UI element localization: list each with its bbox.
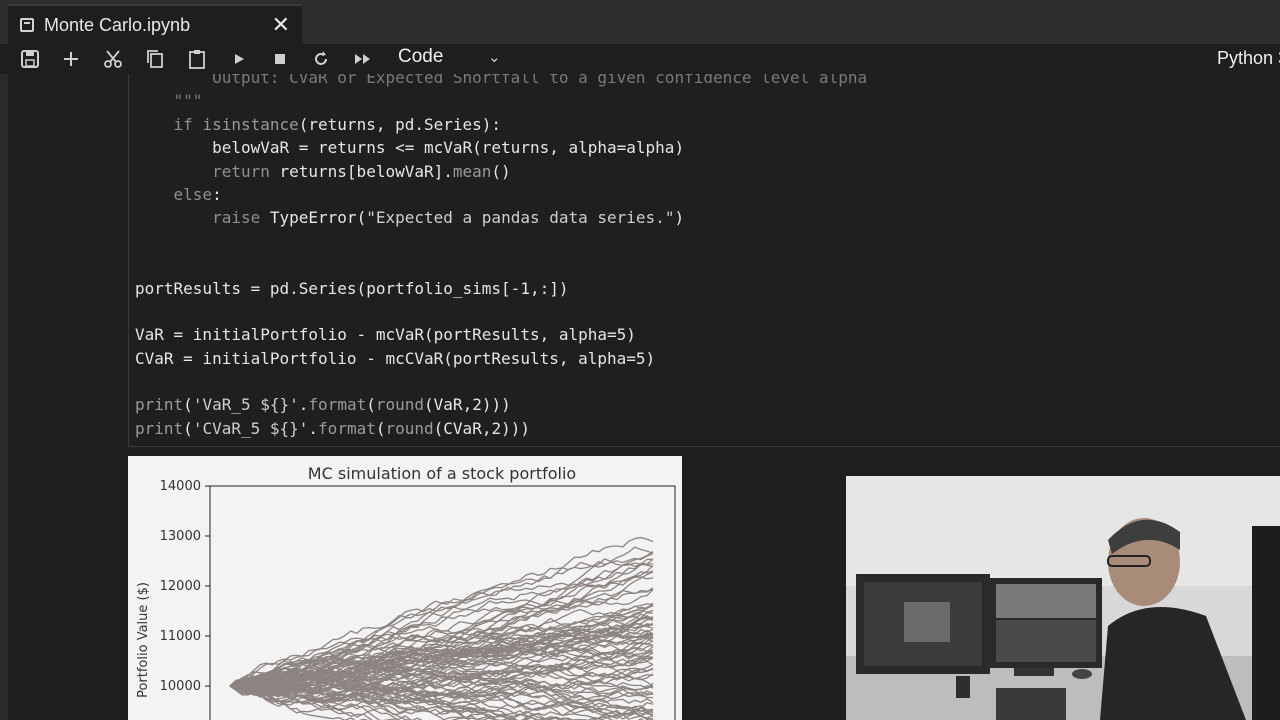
y-tick-label: 13000 — [160, 529, 201, 544]
y-tick-label: 12000 — [160, 579, 201, 594]
restart-icon[interactable] — [308, 46, 334, 72]
y-axis-label: Portfolio Value ($) — [136, 582, 151, 698]
webcam-feed — [846, 476, 1280, 720]
code-line: return returns[belowVaR].mean() — [212, 161, 511, 181]
code-line: Output: CVaR or Expected Shortfall to a … — [135, 74, 868, 87]
notebook-toolbar: Code ⌄ Python 3 — [0, 44, 1280, 74]
keyboard — [996, 688, 1066, 720]
kernel-name[interactable]: Python 3 — [1217, 48, 1280, 69]
code-line: belowVaR = returns <= mcVaR(returns, alp… — [135, 138, 685, 158]
code-line: else: — [173, 184, 222, 204]
copy-icon[interactable] — [142, 46, 168, 72]
run-all-icon[interactable] — [350, 46, 376, 72]
cell-type-select[interactable]: Code — [398, 46, 443, 68]
code-line: CVaR = initialPortfolio - mcCVaR(portRes… — [135, 348, 656, 368]
save-icon[interactable] — [17, 46, 43, 72]
cut-icon[interactable] — [100, 46, 126, 72]
tab-bar: Monte Carlo.ipynb ✕ — [0, 0, 1280, 44]
tab-title: Monte Carlo.ipynb — [44, 14, 191, 35]
code-editor[interactable]: Output: CVaR or Expected Shortfall to a … — [135, 74, 867, 440]
y-tick-label: 14000 — [160, 479, 201, 494]
chevron-down-icon[interactable]: ⌄ — [488, 48, 501, 66]
code-line: portResults = pd.Series(portfolio_sims[-… — [135, 278, 569, 298]
left-gutter — [0, 74, 8, 720]
code-line: """ — [135, 91, 203, 111]
y-tick-label: 10000 — [160, 679, 201, 694]
stop-icon[interactable] — [267, 46, 293, 72]
code-line: print('CVaR_5 ${}'.format(round(CVaR,2))… — [135, 418, 530, 438]
add-cell-icon[interactable] — [58, 46, 84, 72]
y-axis: 10000 11000 12000 13000 14000 — [160, 479, 210, 694]
paste-icon[interactable] — [184, 46, 210, 72]
y-tick-label: 11000 — [160, 629, 201, 644]
chart-title: MC simulation of a stock portfolio — [308, 464, 576, 483]
notebook-tab[interactable]: Monte Carlo.ipynb ✕ — [8, 4, 302, 44]
close-icon[interactable]: ✕ — [272, 13, 290, 38]
mc-simulation-chart: MC simulation of a stock portfolio 10000… — [136, 464, 676, 720]
code-line: if isinstance(returns, pd.Series): — [173, 114, 502, 134]
code-line: print('VaR_5 ${}'.format(round(VaR,2))) — [135, 395, 511, 415]
code-line: VaR = initialPortfolio - mcVaR(portResul… — [135, 325, 636, 345]
run-icon[interactable] — [226, 46, 252, 72]
code-cell[interactable]: Output: CVaR or Expected Shortfall to a … — [128, 74, 1280, 447]
chart-output: MC simulation of a stock portfolio 10000… — [128, 456, 682, 720]
notebook-icon — [20, 18, 34, 32]
code-line: raise TypeError("Expected a pandas data … — [212, 208, 685, 228]
